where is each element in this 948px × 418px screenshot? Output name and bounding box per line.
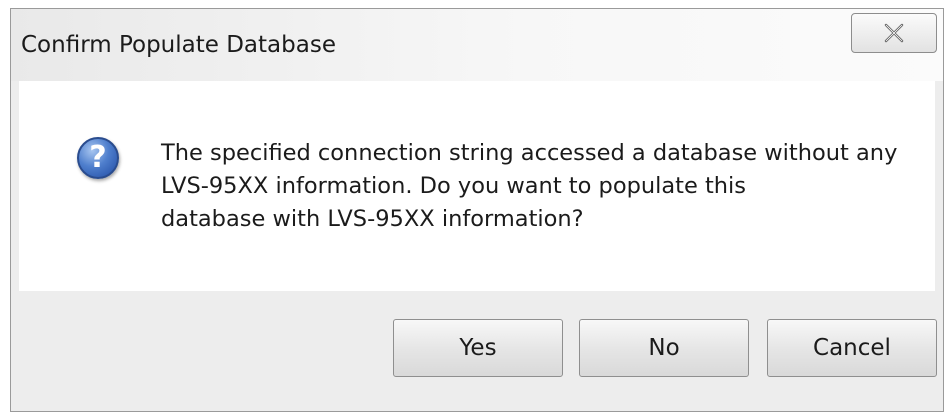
close-icon [884,23,904,43]
confirm-dialog: Confirm Populate Database ? The specifie… [10,8,944,412]
no-button[interactable]: No [579,319,749,377]
question-glyph: ? [89,140,107,175]
message-line: database with LVS-95XX information? [161,206,584,232]
title-bar[interactable]: Confirm Populate Database [11,9,943,81]
yes-button[interactable]: Yes [393,319,563,377]
cancel-button[interactable]: Cancel [767,319,937,377]
message-text: The specified connection string accessed… [161,137,921,236]
window-title: Confirm Populate Database [21,32,336,58]
question-icon: ? [77,137,119,179]
message-area: ? The specified connection string access… [19,81,935,291]
message-line: LVS-95XX information. Do you want to pop… [161,173,747,199]
message-line: The specified connection string accessed… [161,140,898,166]
close-button[interactable] [851,13,937,53]
